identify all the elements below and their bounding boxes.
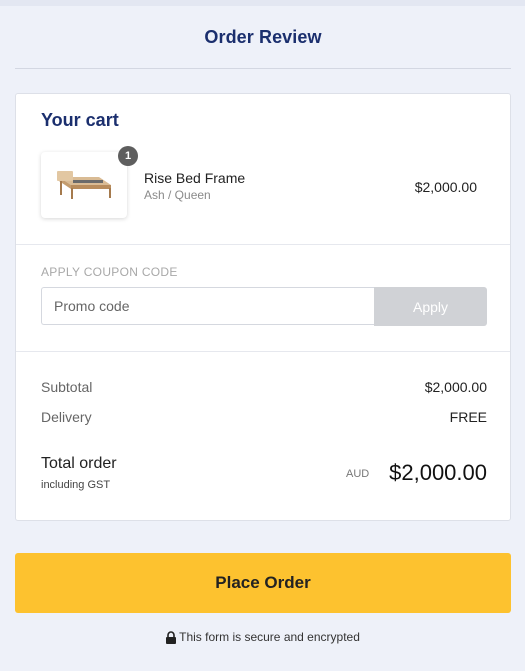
promo-code-input[interactable] [41, 287, 374, 325]
divider [16, 351, 510, 352]
product-variant: Ash / Queen [144, 188, 211, 202]
subtotal-value: $2,000.00 [424, 379, 487, 395]
page-title: Order Review [204, 26, 322, 47]
secure-note: This form is secure and encrypted [0, 630, 525, 644]
product-name[interactable]: Rise Bed Frame [144, 170, 245, 186]
quantity-badge: 1 [118, 146, 138, 166]
lock-icon [166, 630, 177, 644]
delivery-value: FREE [449, 409, 487, 425]
total-label: Total order [41, 455, 117, 472]
order-summary-card: Your cart 1 Rise Bed Frame Ash / Queen $… [15, 93, 511, 521]
cart-heading: Your cart [41, 110, 119, 130]
divider [16, 244, 510, 245]
total-sublabel: including GST [41, 479, 111, 491]
apply-button[interactable]: Apply [374, 287, 487, 326]
bed-frame-icon [57, 171, 111, 199]
coupon-label: APPLY COUPON CODE [41, 265, 178, 279]
currency-code: AUD [346, 468, 370, 480]
place-order-button[interactable]: Place Order [15, 553, 511, 613]
delivery-label: Delivery [41, 409, 92, 425]
total-amount: $2,000.00 [389, 460, 487, 485]
subtotal-label: Subtotal [41, 379, 93, 395]
page-header: Order Review [15, 6, 511, 69]
product-thumbnail[interactable] [41, 152, 127, 218]
product-price: $2,000.00 [414, 179, 477, 195]
secure-text: This form is secure and encrypted [179, 630, 360, 644]
